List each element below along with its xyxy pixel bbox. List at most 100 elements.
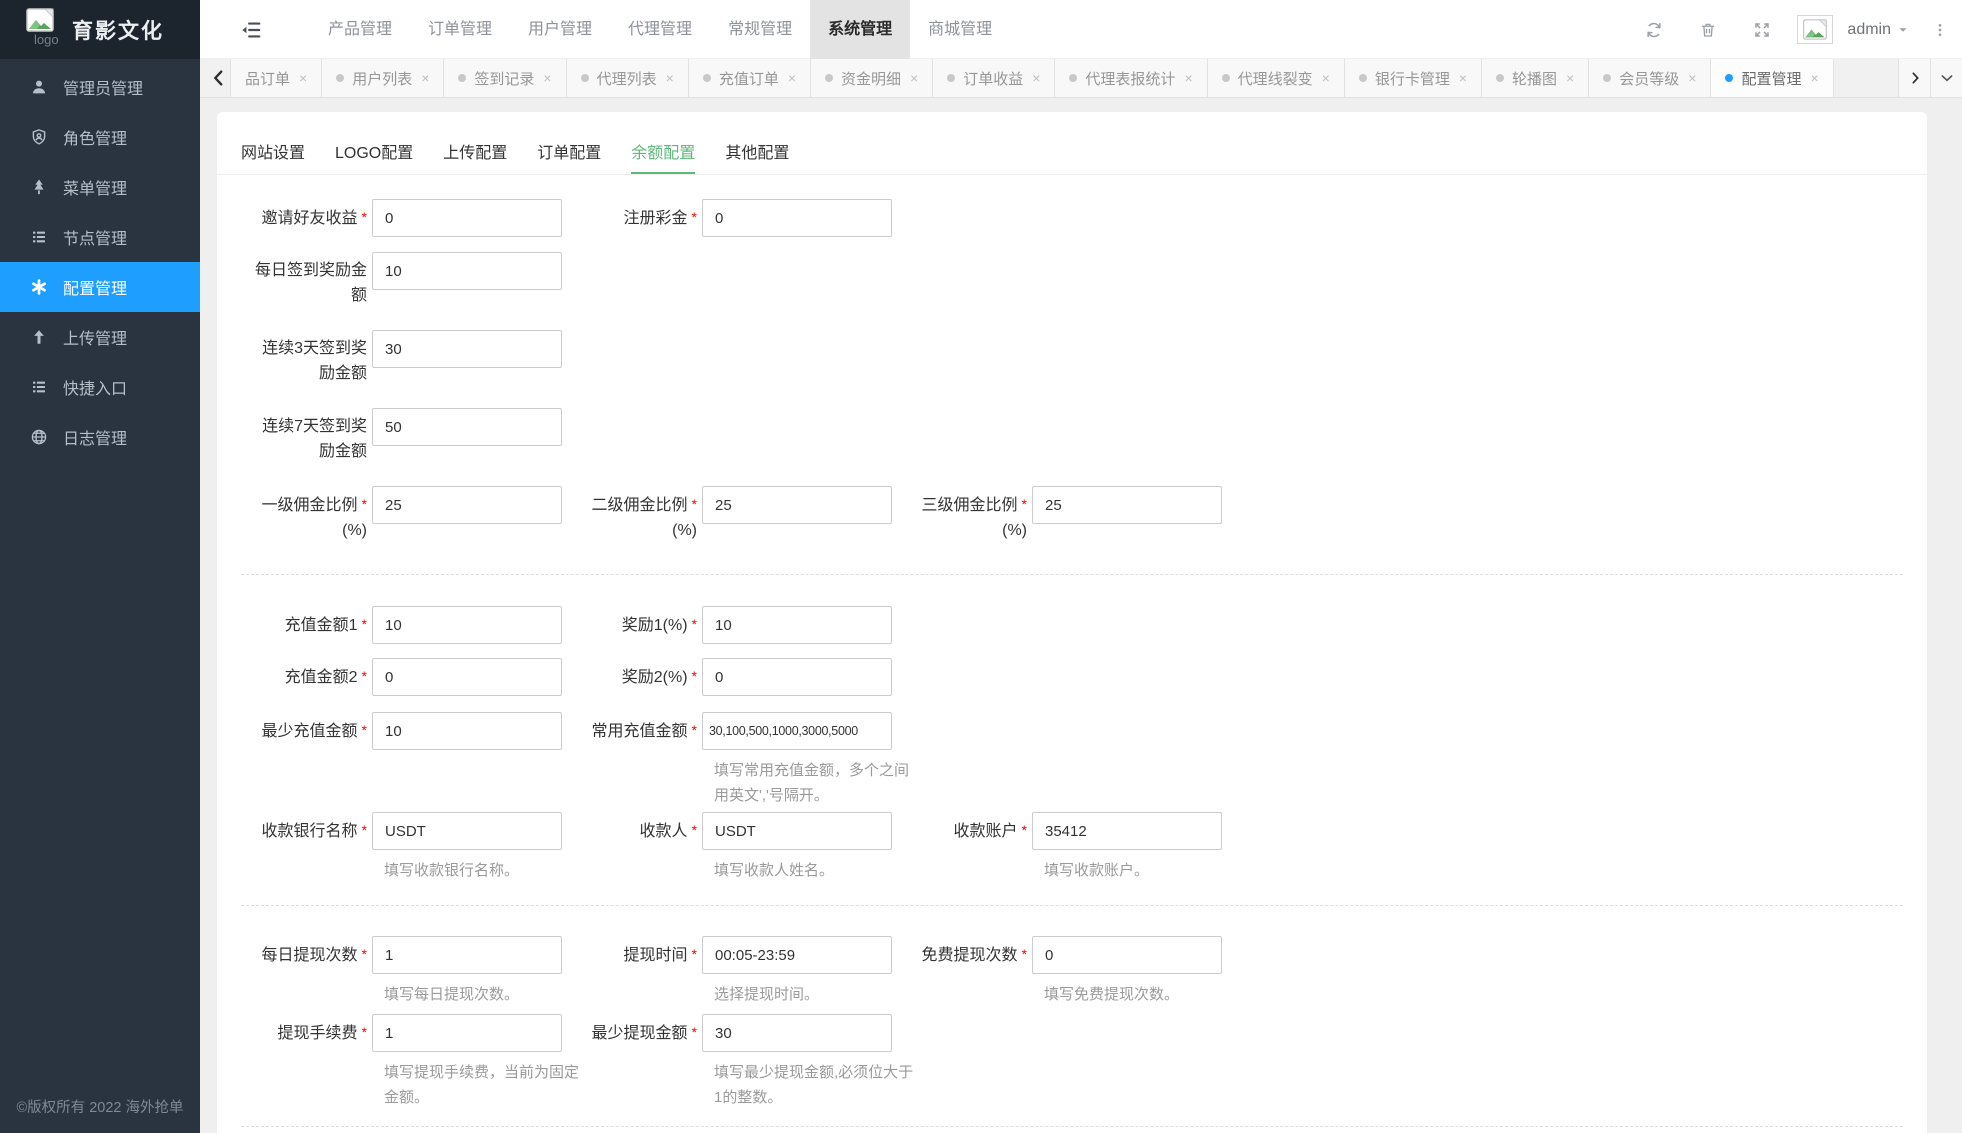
text-input[interactable] [702, 712, 892, 750]
config-card: 网站设置LOGO配置上传配置订单配置余额配置其他配置 邀请好友收益*注册彩金*每… [217, 112, 1927, 1133]
logo-alt-text: logo [34, 32, 59, 47]
text-input[interactable] [372, 330, 562, 368]
logo-bar: logo 育影文化 [0, 0, 200, 59]
text-input[interactable] [1032, 812, 1222, 850]
user-icon [30, 78, 48, 96]
chevron-down-icon [1896, 23, 1910, 37]
tab[interactable]: 代理列表 × [566, 59, 689, 97]
tab[interactable]: 银行卡管理 × [1344, 59, 1483, 97]
text-input[interactable] [372, 408, 562, 446]
text-input[interactable] [372, 1014, 562, 1052]
close-icon[interactable]: × [1459, 71, 1467, 85]
tab-status-dot [458, 74, 467, 82]
field-help: 填写提现手续费，当前为固定金额。 [384, 1064, 580, 1106]
sidebar-item[interactable]: 节点管理 [0, 212, 200, 262]
close-icon[interactable]: × [1566, 71, 1574, 85]
tab[interactable]: 用户列表 × [322, 59, 445, 97]
sidebar-item[interactable]: 日志管理 [0, 412, 200, 462]
sidebar-item[interactable]: 上传管理 [0, 312, 200, 362]
nav-item[interactable]: 代理管理 [610, 0, 710, 59]
close-icon[interactable]: × [421, 71, 429, 85]
tab-label: 订单收益 [963, 70, 1024, 88]
nav-item[interactable]: 订单管理 [410, 0, 510, 59]
tabs-scroll-right-icon[interactable] [1898, 59, 1930, 97]
tab[interactable]: 代理表报统计 × [1055, 59, 1208, 97]
nav-item[interactable]: 系统管理 [810, 0, 911, 59]
close-icon[interactable]: × [910, 71, 918, 85]
tab[interactable]: 配置管理 × [1711, 59, 1834, 97]
text-input[interactable] [372, 486, 562, 524]
field-label: 三级佣金比例 * (%) [913, 492, 1027, 543]
tab[interactable]: 会员等级 × [1589, 59, 1712, 97]
required-marker: * [691, 668, 697, 684]
content-tab[interactable]: 网站设置 [241, 136, 305, 174]
tab[interactable]: 签到记录 × [444, 59, 567, 97]
nav-item[interactable]: 产品管理 [310, 0, 410, 59]
user-menu[interactable]: admin [1847, 21, 1910, 39]
text-input[interactable] [1032, 486, 1222, 524]
text-input[interactable] [702, 658, 892, 696]
close-icon[interactable]: × [1184, 71, 1192, 85]
text-input[interactable] [372, 606, 562, 644]
role-icon [30, 128, 48, 146]
close-icon[interactable]: × [1688, 71, 1696, 85]
nav-item[interactable]: 商城管理 [910, 0, 1010, 59]
log-icon [30, 428, 48, 446]
field-help: 填写免费提现次数。 [1044, 986, 1180, 1003]
tab[interactable]: 资金明细 × [811, 59, 934, 97]
refresh-icon[interactable] [1645, 21, 1663, 39]
fullscreen-icon[interactable] [1753, 21, 1771, 39]
tab[interactable]: 代理线裂变 × [1207, 59, 1345, 97]
text-input[interactable] [1032, 936, 1222, 974]
text-input[interactable] [372, 658, 562, 696]
text-input[interactable] [702, 936, 892, 974]
required-marker: * [361, 946, 367, 962]
text-input[interactable] [372, 812, 562, 850]
nav-item[interactable]: 常规管理 [710, 0, 810, 59]
field-label-text: 邀请好友收益 [261, 210, 358, 227]
trash-icon[interactable] [1699, 21, 1717, 39]
sidebar-item[interactable]: 管理员管理 [0, 62, 200, 112]
content-tab[interactable]: 上传配置 [443, 136, 507, 174]
tabs-menu-icon[interactable] [1930, 59, 1962, 97]
field-label-text: 二级佣金比例 [591, 497, 688, 514]
close-icon[interactable]: × [543, 71, 551, 85]
text-input[interactable] [372, 252, 562, 290]
sidebar-item[interactable]: 菜单管理 [0, 162, 200, 212]
tabs-scroll-left-icon[interactable] [208, 67, 230, 89]
sidebar: logo 育影文化 管理员管理 角色管理 菜单管理 节点管理 配置管理 上传管理 快捷入口日… [0, 0, 200, 1133]
required-marker: * [361, 722, 367, 738]
tab[interactable]: 订单收益 × [933, 59, 1056, 97]
tab-label: 签到记录 [474, 70, 535, 88]
close-icon[interactable]: × [299, 71, 307, 85]
text-input[interactable] [702, 199, 892, 237]
close-icon[interactable]: × [788, 71, 796, 85]
text-input[interactable] [372, 199, 562, 237]
text-input[interactable] [702, 1014, 892, 1052]
text-input[interactable] [372, 712, 562, 750]
avatar[interactable] [1797, 15, 1834, 44]
tab[interactable]: 品订单 × [230, 59, 323, 97]
more-options-icon[interactable] [1932, 22, 1948, 38]
content-tab[interactable]: 订单配置 [537, 136, 601, 174]
content-tab[interactable]: LOGO配置 [335, 136, 413, 174]
content-tab[interactable]: 其他配置 [725, 136, 789, 174]
sidebar-item[interactable]: 快捷入口 [0, 362, 200, 412]
text-input[interactable] [702, 486, 892, 524]
text-input[interactable] [702, 606, 892, 644]
tab[interactable]: 轮播图 × [1482, 59, 1590, 97]
sidebar-item[interactable]: 配置管理 [0, 262, 200, 312]
tab[interactable]: 充值订单 × [688, 59, 812, 97]
text-input[interactable] [372, 936, 562, 974]
close-icon[interactable]: × [1810, 71, 1818, 85]
field-label-text: 收款人 [639, 823, 688, 840]
close-icon[interactable]: × [666, 71, 674, 85]
close-icon[interactable]: × [1032, 71, 1040, 85]
content-tab[interactable]: 余额配置 [631, 136, 696, 174]
sidebar-item[interactable]: 角色管理 [0, 112, 200, 162]
sidebar-menu: 管理员管理 角色管理 菜单管理 节点管理 配置管理 上传管理 快捷入口 日志管理 [0, 62, 200, 462]
close-icon[interactable]: × [1322, 71, 1330, 85]
text-input[interactable] [702, 812, 892, 850]
collapse-sidebar-icon[interactable] [240, 19, 262, 41]
nav-item[interactable]: 用户管理 [510, 0, 610, 59]
